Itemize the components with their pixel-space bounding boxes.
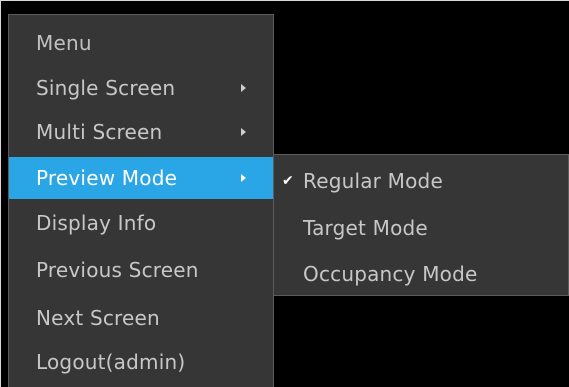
menu-item-label: Single Screen (36, 76, 176, 100)
menu-item-label: Next Screen (36, 306, 160, 330)
menu-item-label: Logout(admin) (36, 350, 186, 374)
submenu-item-label: Target Mode (303, 216, 428, 240)
preview-mode-submenu: ✔ Regular Mode Target Mode Occupancy Mod… (273, 154, 569, 296)
menu-item-preview-mode[interactable]: Preview Mode (9, 157, 273, 199)
context-menu: Menu Single Screen Multi Screen Preview … (8, 14, 274, 387)
submenu-item-occupancy-mode[interactable]: Occupancy Mode (274, 251, 568, 297)
menu-item-logout[interactable]: Logout(admin) (9, 342, 273, 382)
menu-item-next-screen[interactable]: Next Screen (9, 298, 273, 338)
menu-item-single-screen[interactable]: Single Screen (9, 68, 273, 108)
submenu-item-label: Regular Mode (303, 169, 443, 193)
menu-item-display-info[interactable]: Display Info (9, 203, 273, 243)
menu-item-label: Previous Screen (36, 258, 199, 282)
submenu-item-target-mode[interactable]: Target Mode (274, 205, 568, 251)
menu-item-label: Menu (36, 31, 92, 55)
submenu-item-label: Occupancy Mode (303, 262, 478, 286)
chevron-right-icon (241, 128, 246, 136)
menu-item-label: Preview Mode (36, 166, 178, 190)
menu-item-multi-screen[interactable]: Multi Screen (9, 112, 273, 152)
menu-item-previous-screen[interactable]: Previous Screen (9, 250, 273, 290)
chevron-right-icon (241, 174, 246, 182)
check-icon: ✔ (282, 173, 294, 189)
menu-item-label: Display Info (36, 211, 157, 235)
menu-item-menu[interactable]: Menu (9, 23, 273, 63)
menu-item-label: Multi Screen (36, 120, 163, 144)
submenu-item-regular-mode[interactable]: ✔ Regular Mode (274, 158, 568, 204)
chevron-right-icon (241, 84, 246, 92)
